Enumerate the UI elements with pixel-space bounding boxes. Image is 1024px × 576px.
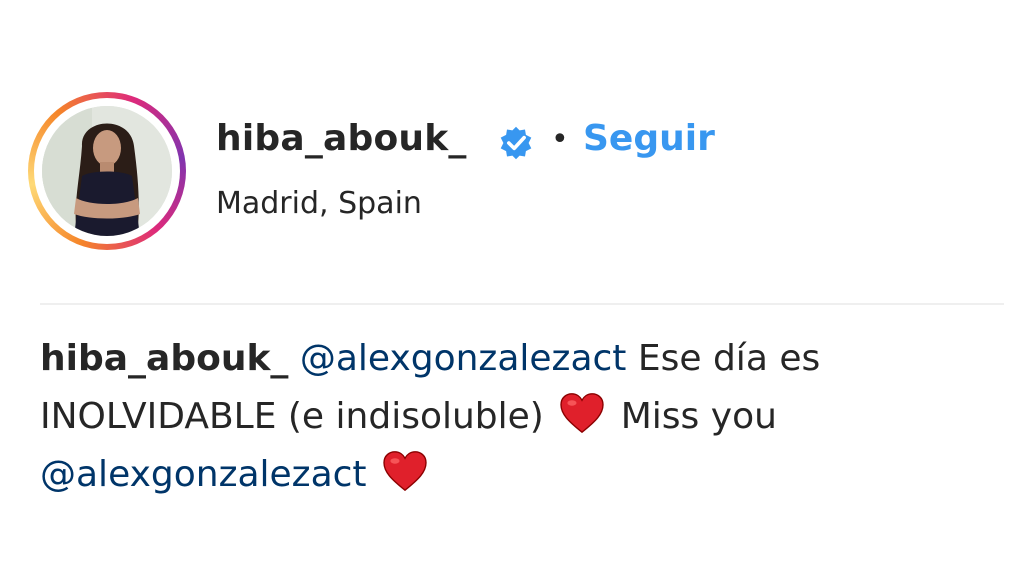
story-ring[interactable]	[28, 92, 186, 250]
location-link[interactable]: Madrid, Spain	[216, 186, 422, 221]
caption: hiba_abouk_ @alexgonzalezact Ese día es …	[40, 330, 1000, 504]
avatar[interactable]	[42, 106, 172, 236]
caption-text: Miss you	[609, 396, 777, 437]
mention-link[interactable]: @alexgonzalezact	[40, 454, 367, 495]
caption-author[interactable]: hiba_abouk_	[40, 338, 288, 379]
divider	[40, 303, 1004, 305]
post-header: hiba_abouk_ • Seguir Madrid, Spain	[28, 92, 988, 252]
follow-button[interactable]: Seguir	[583, 118, 715, 159]
separator-dot: •	[551, 122, 569, 157]
avatar-image	[42, 106, 172, 236]
username[interactable]: hiba_abouk_	[216, 118, 467, 159]
heart-icon	[383, 451, 427, 492]
mention-link[interactable]: @alexgonzalezact	[300, 338, 627, 379]
heart-icon	[560, 393, 604, 434]
verified-badge-icon	[500, 126, 532, 160]
